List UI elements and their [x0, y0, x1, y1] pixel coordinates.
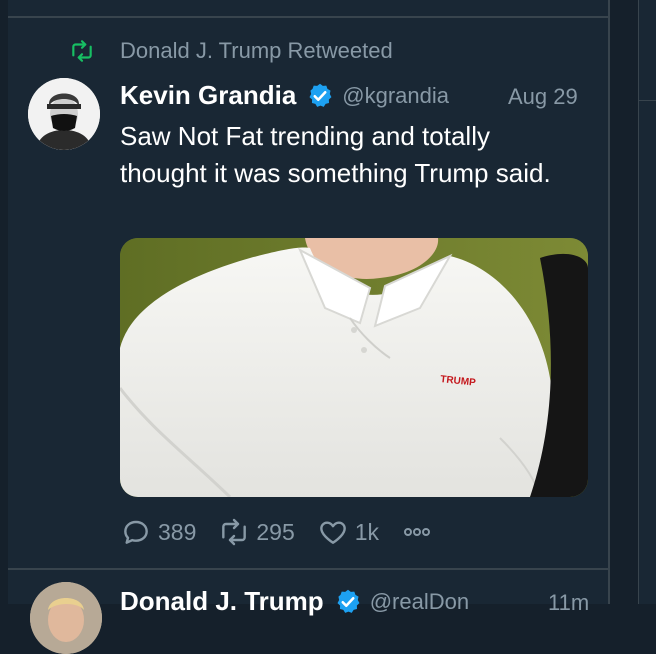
retweet-context[interactable]: Donald J. Trump Retweeted	[66, 38, 393, 64]
media-photo: TRUMP	[120, 238, 588, 497]
author-name[interactable]: Kevin Grandia	[120, 80, 296, 111]
reply-icon	[124, 520, 148, 544]
retweet-count: 295	[256, 518, 295, 545]
tweet-actions: 389 295 1k	[120, 516, 433, 548]
like-button[interactable]: 1k	[317, 516, 379, 548]
tweet-divider-bottom	[8, 568, 608, 570]
adjacent-column	[638, 0, 656, 604]
avatar[interactable]	[28, 78, 100, 150]
tweet-header: Kevin Grandia @kgrandia	[120, 80, 449, 111]
retweet-button[interactable]: 295	[218, 516, 295, 548]
verified-badge-icon	[337, 589, 360, 613]
heart-icon	[319, 521, 346, 544]
tweet-text: Saw Not Fat trending and totally thought…	[120, 121, 551, 188]
tweet-divider-top	[8, 16, 608, 18]
retweet-icon	[222, 518, 247, 546]
author-handle[interactable]: @kgrandia	[342, 83, 449, 109]
retweet-icon	[72, 40, 92, 62]
author-name[interactable]: Donald J. Trump	[120, 586, 324, 617]
verified-badge-icon	[309, 83, 332, 107]
author-handle[interactable]: @realDon	[370, 589, 469, 615]
column-gap	[610, 0, 638, 604]
avatar[interactable]	[30, 582, 102, 654]
tweet-media[interactable]: TRUMP	[120, 238, 588, 497]
avatar-photo	[28, 78, 100, 150]
avatar-photo	[30, 582, 102, 654]
reply-button[interactable]: 389	[120, 516, 196, 548]
tweet-time[interactable]: 11m	[548, 590, 589, 616]
more-options-icon[interactable]	[401, 516, 433, 548]
retweet-label: Donald J. Trump Retweeted	[120, 38, 393, 63]
next-tweet-header: Donald J. Trump @realDon	[120, 586, 469, 617]
reply-count: 389	[158, 518, 197, 545]
like-count: 1k	[354, 518, 380, 545]
tweet-date[interactable]: Aug 29	[508, 84, 578, 110]
adjacent-column-divider	[638, 100, 656, 101]
